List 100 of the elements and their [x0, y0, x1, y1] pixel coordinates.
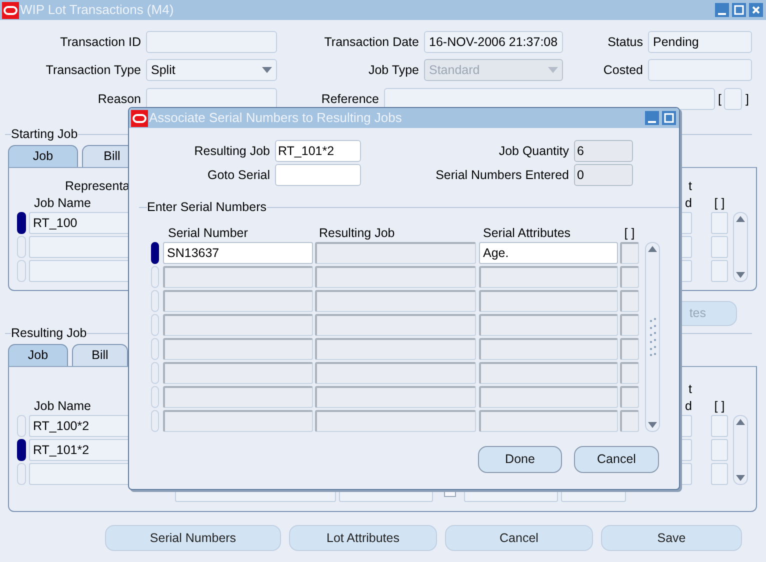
caret-icon: [262, 67, 272, 73]
input-field[interactable]: 16-NOV-2006 21:37:08: [424, 31, 563, 53]
close-button[interactable]: [749, 3, 763, 17]
tab[interactable]: Job: [8, 344, 68, 366]
table-cell[interactable]: [315, 314, 476, 336]
input-field[interactable]: [479, 410, 618, 432]
table-cell[interactable]: [620, 410, 639, 432]
row-marker[interactable]: [17, 439, 26, 461]
row-marker[interactable]: [17, 212, 26, 234]
table-cell[interactable]: [315, 266, 476, 288]
section-title: Resulting Job: [11, 326, 87, 340]
table-cell[interactable]: [315, 386, 476, 408]
table-cell[interactable]: [315, 362, 476, 384]
input-field[interactable]: [163, 266, 313, 288]
column-heading: [ ]: [714, 195, 725, 212]
field-label: Transaction Type: [46, 62, 141, 76]
grip-icon: [648, 318, 656, 356]
row-marker[interactable]: [151, 242, 159, 264]
window-title: Associate Serial Numbers to Resulting Jobs: [149, 110, 402, 126]
maximize-button[interactable]: [732, 3, 746, 17]
field-label: Costed: [603, 62, 643, 76]
scroll-up-icon[interactable]: [736, 419, 745, 425]
input-field[interactable]: [163, 290, 313, 312]
table-cell[interactable]: [711, 439, 728, 461]
input-field[interactable]: Age.: [479, 242, 618, 264]
input-field[interactable]: [479, 386, 618, 408]
table-cell[interactable]: [620, 362, 639, 384]
input-field[interactable]: [146, 31, 277, 53]
input-field[interactable]: [479, 266, 618, 288]
input-field[interactable]: SN13637: [163, 242, 313, 264]
button[interactable]: Cancel: [574, 446, 659, 473]
section-title: Enter Serial Numbers: [147, 200, 266, 214]
button[interactable]: Done: [478, 446, 562, 473]
field-label: Serial Numbers Entered: [436, 168, 569, 182]
table-cell[interactable]: [315, 242, 476, 264]
scrollbar[interactable]: [733, 212, 748, 282]
scroll-up-icon[interactable]: [648, 246, 657, 252]
button[interactable]: Cancel: [445, 525, 593, 551]
scroll-down-icon[interactable]: [648, 422, 657, 428]
table-cell[interactable]: [620, 242, 639, 264]
button[interactable]: Save: [601, 525, 742, 551]
maximize-button[interactable]: [662, 111, 676, 125]
minimize-button[interactable]: [645, 111, 659, 125]
scroll-up-icon[interactable]: [736, 216, 745, 222]
input-field[interactable]: [479, 338, 618, 360]
button[interactable]: Serial Numbers: [105, 525, 281, 551]
table-cell[interactable]: [315, 338, 476, 360]
column-heading: Serial Number: [168, 226, 248, 240]
tab[interactable]: Job: [8, 145, 78, 167]
field-label: Job Quantity: [498, 144, 569, 158]
input-field[interactable]: [479, 314, 618, 336]
column-heading: [ ]: [714, 398, 725, 415]
table-cell[interactable]: [620, 386, 639, 408]
column-heading: Serial Attributes: [483, 226, 571, 240]
input-field[interactable]: [724, 88, 742, 110]
column-heading: Resulting Job: [319, 226, 395, 240]
field-label: Reference: [321, 92, 379, 106]
table-cell[interactable]: [620, 314, 639, 336]
button[interactable]: Lot Attributes: [289, 525, 437, 551]
field-label: Goto Serial: [207, 168, 270, 182]
column-heading: Job Name: [34, 399, 91, 413]
input-field[interactable]: [163, 362, 313, 384]
scroll-down-icon[interactable]: [736, 272, 745, 278]
input-field[interactable]: RT_101*2: [275, 140, 361, 162]
table-cell[interactable]: [620, 290, 639, 312]
bracket-label: ]: [744, 92, 750, 106]
input-field[interactable]: [163, 410, 313, 432]
minimize-button[interactable]: [715, 3, 729, 17]
table-cell[interactable]: [315, 290, 476, 312]
scroll-down-icon[interactable]: [736, 475, 745, 481]
field-label: Status: [608, 34, 643, 48]
field-label: Transaction ID: [60, 34, 141, 48]
field-label: Job Type: [368, 62, 419, 76]
column-heading: Representa: [65, 179, 130, 193]
input-field[interactable]: [479, 290, 618, 312]
dropdown-field[interactable]: Split: [146, 59, 277, 81]
column-heading: [ ]: [624, 226, 635, 240]
input-field[interactable]: [163, 314, 313, 336]
dropdown-field: Standard: [424, 59, 563, 81]
input-field[interactable]: [163, 338, 313, 360]
table-cell[interactable]: [711, 415, 728, 437]
table-cell[interactable]: [620, 338, 639, 360]
input-field[interactable]: Pending: [648, 31, 752, 53]
input-field[interactable]: [163, 386, 313, 408]
logo-icon: [131, 110, 148, 126]
table-cell[interactable]: [620, 266, 639, 288]
input-field[interactable]: [648, 59, 752, 81]
input-field: 6: [574, 140, 633, 162]
table-cell[interactable]: [711, 260, 728, 282]
table-cell[interactable]: [711, 463, 728, 485]
column-heading: d: [685, 196, 692, 210]
table-cell[interactable]: [711, 212, 728, 234]
scrollbar[interactable]: [645, 242, 660, 432]
table-cell[interactable]: [711, 236, 728, 258]
window-title: WIP Lot Transactions (M4): [20, 2, 174, 18]
input-field[interactable]: [275, 164, 361, 186]
input-field[interactable]: [479, 362, 618, 384]
tab[interactable]: Bill: [72, 344, 128, 366]
table-cell[interactable]: [315, 410, 476, 432]
scrollbar[interactable]: [733, 415, 748, 485]
